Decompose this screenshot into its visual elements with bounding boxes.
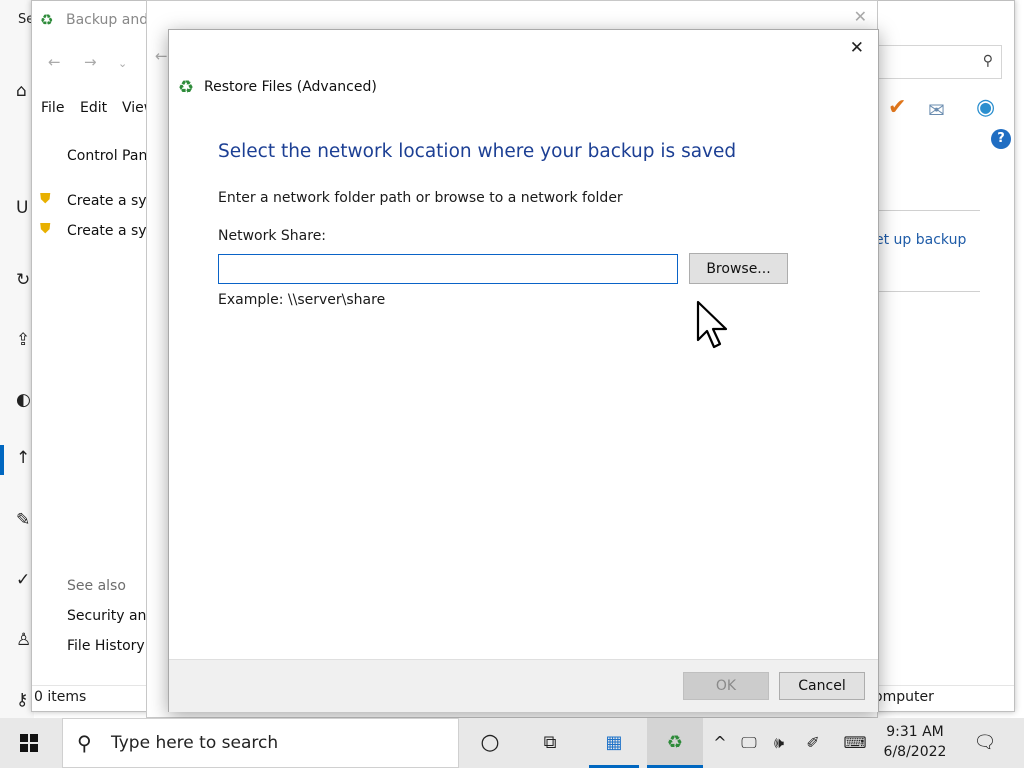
search-placeholder: Type here to search (111, 733, 279, 753)
search-icon: ⚲ (77, 731, 92, 755)
browse-button[interactable]: Browse... (689, 253, 788, 284)
taskbar-app-control-panel[interactable]: ▦ (589, 718, 639, 768)
shield-icon[interactable]: ◐ (16, 390, 31, 410)
uac-shield-icon: ⛊ (40, 221, 51, 237)
menu-bar: File Edit View (32, 98, 162, 122)
chevron-down-icon[interactable]: ⌄ (118, 57, 127, 70)
close-icon[interactable]: ✕ (854, 7, 867, 26)
person-icon[interactable]: ♙ (16, 630, 31, 650)
close-icon[interactable]: ✕ (850, 38, 864, 58)
restore-app-icon: ♻ (178, 77, 195, 98)
mouse-cursor-icon (696, 300, 728, 349)
back-arrow-icon[interactable]: ← (155, 47, 168, 65)
section-letter: U (16, 198, 29, 218)
notification-icon[interactable]: 🗨 (968, 718, 1002, 768)
restore-files-dialog: ✕ ♻ Restore Files (Advanced) Select the … (168, 29, 879, 712)
divider (878, 291, 980, 292)
back-arrow-icon[interactable]: ← (48, 53, 61, 71)
chevron-up-icon[interactable]: ^ (706, 718, 734, 768)
set-up-backup-link[interactable]: et up backup (875, 232, 966, 248)
dialog-heading: Select the network location where your b… (218, 141, 737, 162)
see-also-file-history[interactable]: File History (67, 638, 145, 654)
keyboard-icon[interactable]: ⌨ (838, 718, 872, 768)
status-item-count: 0 items (34, 689, 87, 705)
uac-shield-icon: ⛊ (40, 191, 51, 207)
upload-icon[interactable]: ⇪ (16, 330, 30, 350)
network-share-input[interactable] (218, 254, 678, 284)
dialog-footer: OK Cancel (169, 659, 878, 712)
checkmark-icon[interactable]: ✔ (888, 95, 906, 120)
home-icon[interactable]: ⌂ (16, 81, 27, 101)
clock-date: 6/8/2022 (883, 744, 947, 760)
key-icon[interactable]: ⚷ (16, 690, 28, 710)
status-location: omputer (874, 689, 934, 705)
see-also-heading: See also (67, 578, 126, 594)
backup-app-icon: ♻ (40, 11, 54, 29)
task-view-icon[interactable]: ⧉ (525, 718, 575, 768)
nav-control-panel-home[interactable]: Control Pane (67, 148, 156, 164)
menu-file[interactable]: File (41, 100, 64, 116)
envelope-icon[interactable]: ✉ (928, 98, 945, 122)
ok-button[interactable]: OK (683, 672, 769, 700)
taskbar: ⚲ Type here to search ○ ⧉ ▦ ♻ ^ 🖵 🕪 ✐ ⌨ … (0, 718, 1024, 768)
taskbar-search-box[interactable]: ⚲ Type here to search (62, 718, 459, 768)
instruction-text: Enter a network folder path or browse to… (218, 190, 623, 206)
clock[interactable]: 9:31 AM 6/8/2022 (880, 722, 950, 762)
globe-icon[interactable]: ◉ (976, 95, 995, 120)
pen-icon[interactable]: ✐ (799, 718, 827, 768)
clock-time: 9:31 AM (886, 724, 944, 740)
start-button[interactable] (0, 718, 58, 768)
dialog-title: Restore Files (Advanced) (204, 79, 377, 95)
search-icon: ⚲ (982, 53, 993, 69)
divider (878, 210, 980, 211)
volume-icon[interactable]: 🕪 (765, 718, 793, 768)
help-icon[interactable]: ? (991, 129, 1011, 149)
active-indicator (0, 445, 4, 475)
backup-icon[interactable]: ↑ (16, 448, 30, 468)
window-title: Backup and (66, 12, 149, 28)
network-icon[interactable]: 🖵 (735, 718, 763, 768)
taskbar-app-backup[interactable]: ♻ (647, 718, 703, 768)
settings-nav-rail: ⌂ U ↻ ⇪ ◐ ↑ ✎ ✓ ♙ ⚷ (0, 0, 34, 718)
search-input[interactable]: ⚲ (878, 45, 1002, 79)
history-icon[interactable]: ↻ (16, 270, 30, 290)
wrench-icon[interactable]: ✎ (16, 510, 30, 530)
check-icon[interactable]: ✓ (16, 570, 30, 590)
windows-logo-icon (20, 734, 38, 752)
cortana-icon[interactable]: ○ (465, 718, 515, 768)
example-text: Example: \\server\share (218, 292, 386, 308)
cancel-button[interactable]: Cancel (779, 672, 865, 700)
forward-arrow-icon[interactable]: → (84, 53, 97, 71)
network-share-label: Network Share: (218, 228, 327, 244)
menu-edit[interactable]: Edit (80, 100, 107, 116)
see-also-security[interactable]: Security and (67, 608, 155, 624)
